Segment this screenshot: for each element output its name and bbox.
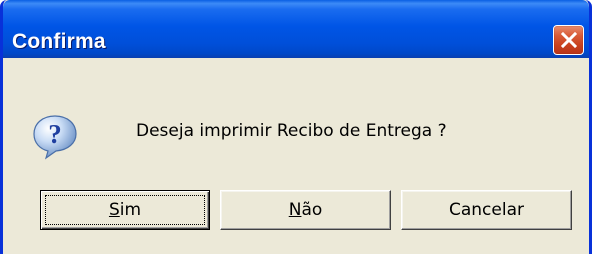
cancel-button-label: Cancelar <box>449 200 524 220</box>
question-icon: ? <box>33 115 77 160</box>
yes-button[interactable]: Sim <box>40 190 210 230</box>
close-button[interactable] <box>553 25 584 55</box>
dialog-message: Deseja imprimir Recibo de Entrega ? <box>136 121 447 141</box>
dialog-body: ? Deseja imprimir Recibo de Entrega ? Si… <box>3 58 589 254</box>
no-button[interactable]: Não <box>220 190 391 230</box>
close-icon <box>560 31 578 49</box>
confirm-dialog: Confirma ? Deseja imprimir Recibo de Ent… <box>0 0 592 254</box>
cancel-button[interactable]: Cancelar <box>401 190 572 230</box>
title-bar[interactable]: Confirma <box>3 0 589 58</box>
yes-button-label: Sim <box>108 200 142 220</box>
svg-text:?: ? <box>48 119 62 149</box>
no-button-label: Não <box>288 200 323 220</box>
dialog-title: Confirma <box>12 30 106 53</box>
